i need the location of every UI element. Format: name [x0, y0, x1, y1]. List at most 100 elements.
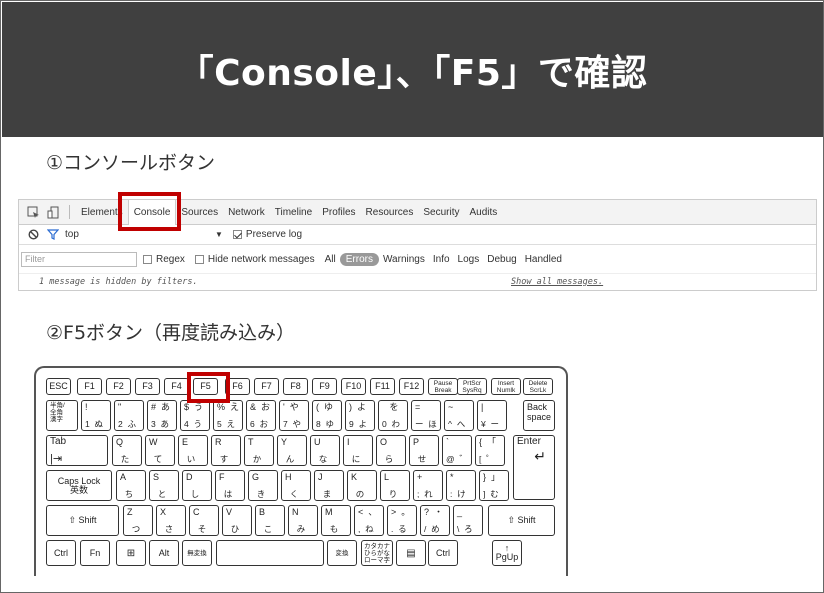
key-ctrl-right[interactable]: Ctrl: [428, 540, 458, 566]
level-logs[interactable]: Logs: [454, 254, 484, 265]
tab-security[interactable]: Security: [418, 200, 464, 225]
level-errors[interactable]: Errors: [339, 252, 379, 266]
key-shift-left[interactable]: ⇧ Shift: [46, 505, 119, 536]
key-f7[interactable]: F7: [254, 378, 279, 395]
key-caps-lock[interactable]: Caps Lock 英数: [46, 470, 112, 501]
key-number-11[interactable]: = ー ほ: [411, 400, 441, 431]
key-j[interactable]: J ま: [314, 470, 344, 501]
show-all-messages-link[interactable]: Show all messages.: [511, 277, 603, 287]
key-z[interactable]: Z つ: [123, 505, 153, 536]
key-symbol[interactable]: _ \ ろ: [453, 505, 483, 536]
key-symbol[interactable]: > 。 . る: [387, 505, 417, 536]
key-pgup[interactable]: ↑ PgUp: [492, 540, 522, 566]
key-fn[interactable]: Fn: [80, 540, 110, 566]
key-d[interactable]: D し: [182, 470, 212, 501]
key-space[interactable]: [216, 540, 324, 566]
key-f11[interactable]: F11: [370, 378, 395, 395]
tab-audits[interactable]: Audits: [464, 200, 502, 225]
key-l[interactable]: L り: [380, 470, 410, 501]
key-symbol[interactable]: { 「 [ ゜: [475, 435, 505, 466]
level-debug[interactable]: Debug: [483, 254, 520, 265]
key-b[interactable]: B こ: [255, 505, 285, 536]
tab-network[interactable]: Network: [223, 200, 270, 225]
key-symbol[interactable]: + ; れ: [413, 470, 443, 501]
key-s[interactable]: S と: [149, 470, 179, 501]
level-all[interactable]: All: [321, 254, 340, 265]
key-o[interactable]: O ら: [376, 435, 406, 466]
key-symbol[interactable]: } 」] む: [479, 470, 509, 501]
tab-sources[interactable]: Sources: [176, 200, 223, 225]
key-c[interactable]: C そ: [189, 505, 219, 536]
key-kana[interactable]: カタカナ ひらがな ローマ字: [361, 540, 393, 566]
key-symbol[interactable]: < 、 , ね: [354, 505, 384, 536]
key-g[interactable]: G き: [248, 470, 278, 501]
key-p[interactable]: P せ: [409, 435, 439, 466]
key-e[interactable]: E い: [178, 435, 208, 466]
key-symbol[interactable]: ? ・ / め: [420, 505, 450, 536]
key-u[interactable]: U な: [310, 435, 340, 466]
key-k[interactable]: K の: [347, 470, 377, 501]
key-backspace[interactable]: Back space: [523, 400, 555, 431]
device-mode-icon[interactable]: [45, 204, 61, 220]
key-symbol[interactable]: ` @ ゛: [442, 435, 472, 466]
key-m[interactable]: M も: [321, 505, 351, 536]
key-number-7[interactable]: ' や 7 や: [279, 400, 309, 431]
key-number-13[interactable]: | ¥ ー: [477, 400, 507, 431]
key-n[interactable]: N み: [288, 505, 318, 536]
key-f2[interactable]: F2: [106, 378, 131, 395]
tab-timeline[interactable]: Timeline: [270, 200, 317, 225]
key-number-9[interactable]: ) よ 9 よ: [345, 400, 375, 431]
filter-funnel-icon[interactable]: [45, 227, 61, 243]
key-henkan[interactable]: 変換: [327, 540, 357, 566]
level-info[interactable]: Info: [429, 254, 454, 265]
key-number-10[interactable]: を 0 わ: [378, 400, 408, 431]
key-w[interactable]: W て: [145, 435, 175, 466]
key-number-5[interactable]: % え 5 え: [213, 400, 243, 431]
key-f9[interactable]: F9: [312, 378, 337, 395]
key-f1[interactable]: F1: [77, 378, 102, 395]
key-h[interactable]: H く: [281, 470, 311, 501]
preserve-log-checkbox[interactable]: [232, 230, 242, 239]
level-warnings[interactable]: Warnings: [379, 254, 429, 265]
key-q[interactable]: Q た: [112, 435, 142, 466]
key-shift-right[interactable]: ⇧ Shift: [488, 505, 555, 536]
key-hankaku-zenkaku[interactable]: 半角/ 全角 漢字: [46, 400, 78, 431]
hide-network-checkbox[interactable]: [194, 254, 204, 264]
key-menu[interactable]: ▤: [396, 540, 426, 566]
key-number-1[interactable]: ! 1 ぬ: [81, 400, 111, 431]
key-f12[interactable]: F12: [399, 378, 424, 395]
key-a[interactable]: A ち: [116, 470, 146, 501]
key-esc[interactable]: ESC: [46, 378, 71, 395]
key-i[interactable]: I に: [343, 435, 373, 466]
key-number-2[interactable]: " 2 ふ: [114, 400, 144, 431]
key-f[interactable]: F は: [215, 470, 245, 501]
key-alt[interactable]: Alt: [149, 540, 179, 566]
key-f4[interactable]: F4: [164, 378, 189, 395]
key-symbol[interactable]: *: け: [446, 470, 476, 501]
filter-input[interactable]: Filter: [21, 251, 137, 267]
key-x[interactable]: X さ: [156, 505, 186, 536]
key-prtscr[interactable]: PrtScr SysRq: [457, 378, 487, 395]
inspect-element-icon[interactable]: [25, 204, 41, 220]
key-f3[interactable]: F3: [135, 378, 160, 395]
key-enter[interactable]: Enter ↵: [513, 435, 555, 500]
key-muhenkan[interactable]: 無変換: [182, 540, 212, 566]
key-number-8[interactable]: ( ゆ 8 ゆ: [312, 400, 342, 431]
key-ctrl-left[interactable]: Ctrl: [46, 540, 76, 566]
key-f8[interactable]: F8: [283, 378, 308, 395]
key-windows[interactable]: ⊞: [116, 540, 146, 566]
key-number-6[interactable]: & お 6 お: [246, 400, 276, 431]
key-number-12[interactable]: ~ ^ へ: [444, 400, 474, 431]
key-delete[interactable]: Delete ScrLk: [523, 378, 553, 395]
tab-resources[interactable]: Resources: [361, 200, 419, 225]
key-y[interactable]: Y ん: [277, 435, 307, 466]
key-insert[interactable]: Insert Numlk: [491, 378, 521, 395]
key-number-3[interactable]: # あ 3 あ: [147, 400, 177, 431]
tab-profiles[interactable]: Profiles: [317, 200, 360, 225]
clear-console-icon[interactable]: [25, 227, 41, 243]
key-pause[interactable]: Pause Break: [428, 378, 458, 395]
level-handled[interactable]: Handled: [521, 254, 566, 265]
key-f10[interactable]: F10: [341, 378, 366, 395]
key-number-4[interactable]: $ う 4 う: [180, 400, 210, 431]
regex-checkbox[interactable]: [143, 254, 152, 264]
